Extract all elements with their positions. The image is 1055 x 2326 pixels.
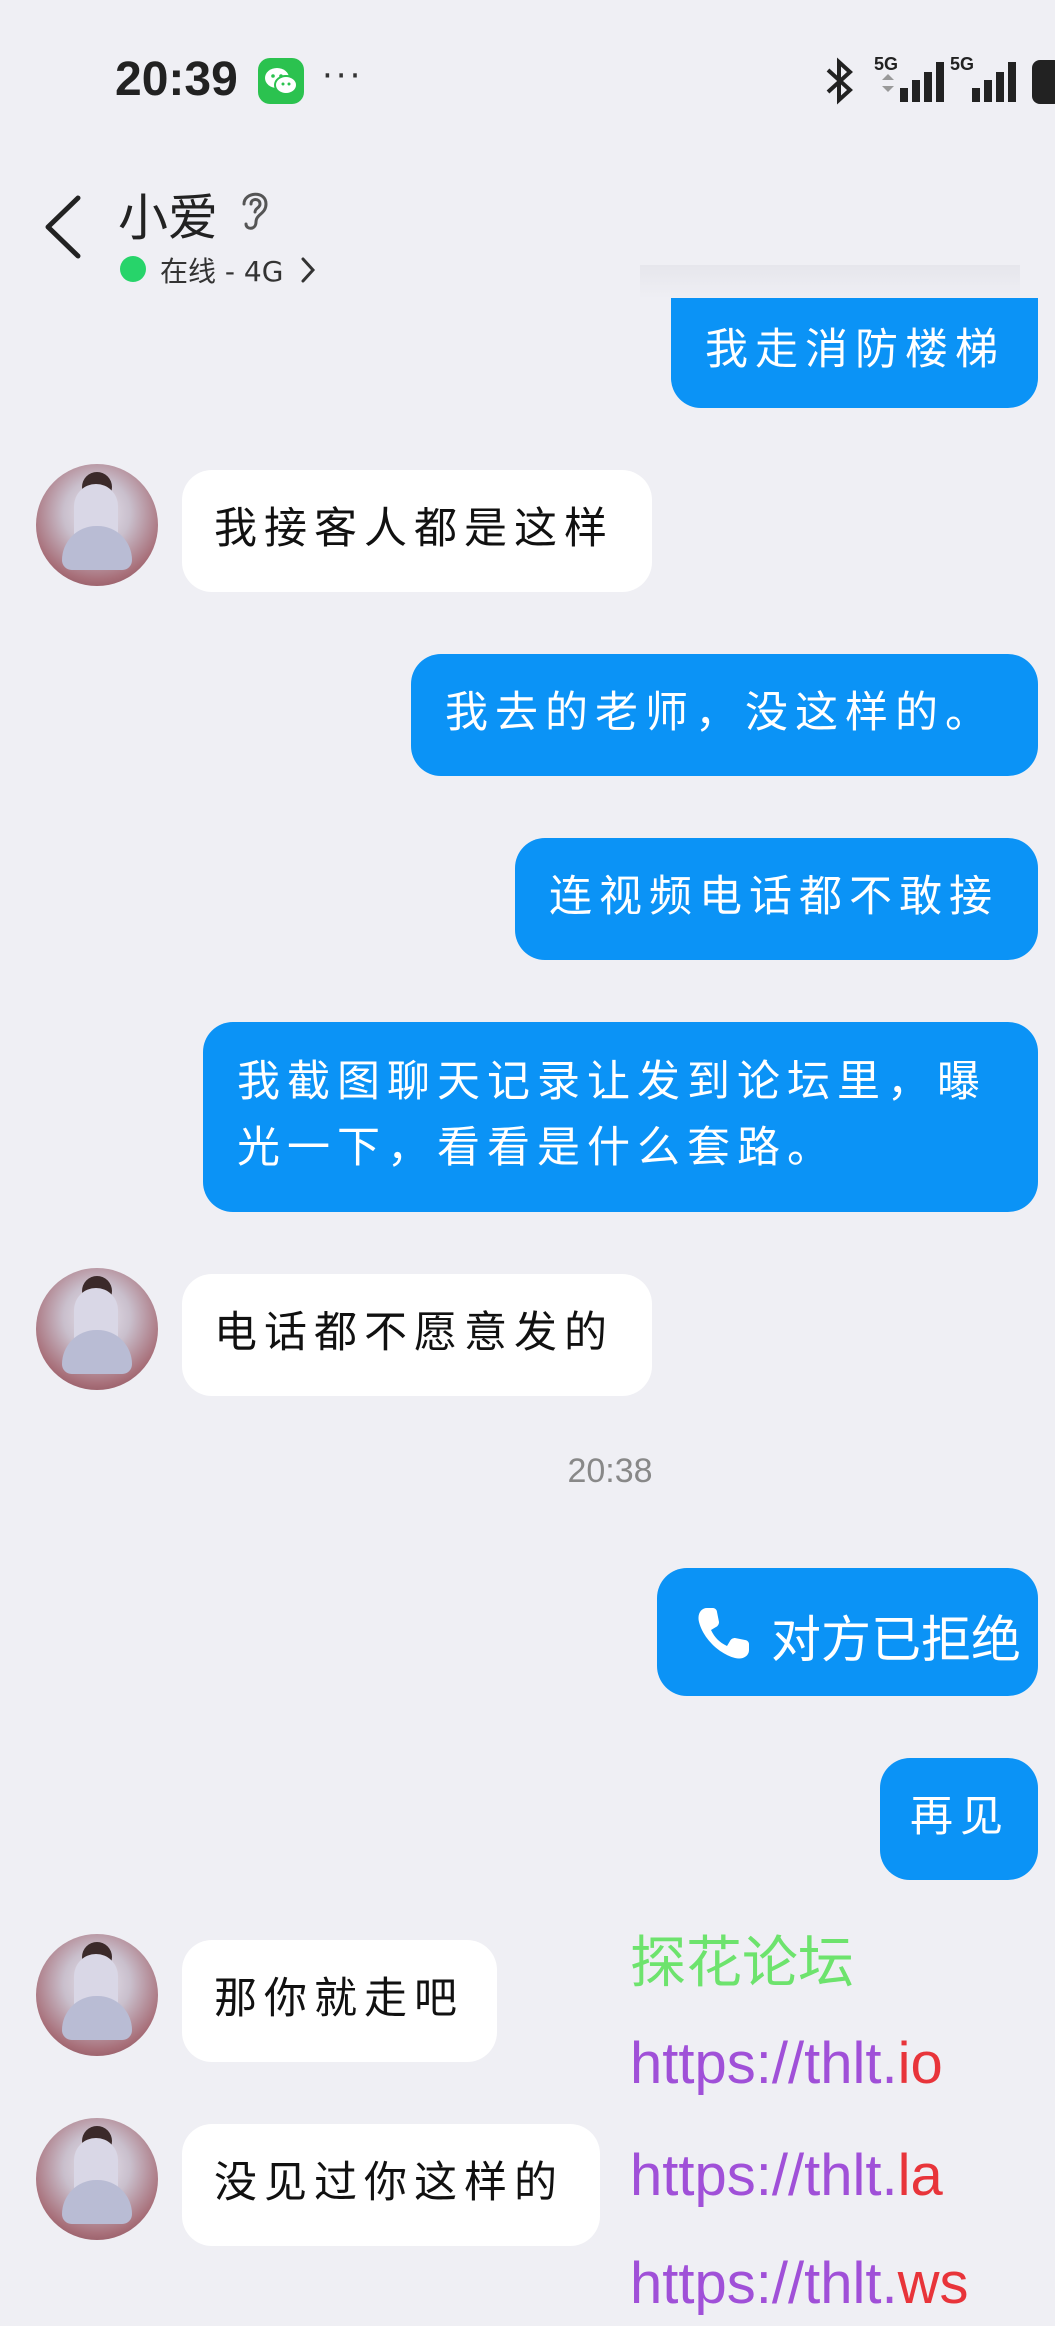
contact-name[interactable]: 小爱: [118, 178, 218, 250]
contact-avatar[interactable]: [36, 464, 158, 586]
message-bubble-outgoing[interactable]: 我走消防楼梯: [671, 298, 1038, 408]
back-arrow-icon[interactable]: [40, 192, 88, 262]
message-text: 我接客人都是这样: [214, 504, 614, 554]
message-bubble-outgoing[interactable]: 我截图聊天记录让发到论坛里，曝 光一下，看看是什么套路。: [203, 1022, 1038, 1212]
watermark-url: https://thlt.la: [630, 2143, 943, 2208]
battery-icon: [1032, 60, 1055, 104]
message-bubble-incoming[interactable]: 那你就走吧: [182, 1940, 497, 2062]
message-bubble-incoming[interactable]: 没见过你这样的: [182, 2124, 600, 2246]
contact-avatar[interactable]: [36, 1934, 158, 2056]
message-text: 没见过你这样的: [214, 2158, 564, 2208]
message-text: 连视频电话都不敢接: [549, 872, 999, 922]
message-bubble-outgoing[interactable]: 连视频电话都不敢接: [515, 838, 1038, 960]
contact-status[interactable]: 在线 - 4G: [160, 250, 283, 290]
contact-avatar[interactable]: [36, 2118, 158, 2240]
message-bubble-incoming[interactable]: 电话都不愿意发的: [182, 1274, 652, 1396]
message-text: 我截图聊天记录让发到论坛里，曝: [237, 1057, 987, 1107]
message-text: 电话都不愿意发的: [214, 1308, 614, 1358]
call-record-bubble[interactable]: 对方已拒绝: [657, 1568, 1038, 1696]
online-status-dot: [120, 256, 146, 282]
chevron-right-icon[interactable]: [298, 254, 318, 286]
signal-icon-sim2: 5G: [950, 54, 1016, 102]
message-text: 光一下，看看是什么套路。: [237, 1123, 837, 1173]
network-label-2: 5G: [950, 54, 974, 74]
message-bubble-outgoing[interactable]: 再见: [880, 1758, 1038, 1880]
header-divider: [640, 265, 1020, 299]
contact-avatar[interactable]: [36, 1268, 158, 1390]
phone-icon: [698, 1608, 749, 1659]
message-text: 我去的老师，没这样的。: [445, 688, 995, 738]
message-timestamp: 20:38: [567, 1452, 653, 1490]
wechat-notification-icon: [258, 58, 304, 104]
watermark-title: 探花论坛: [630, 1931, 854, 1994]
message-bubble-outgoing[interactable]: 我去的老师，没这样的。: [411, 654, 1038, 776]
signal-icon-sim1: 5G: [874, 54, 944, 102]
watermark-url: https://thlt.io: [630, 2031, 943, 2096]
status-bar: 20:39 ··· 5G 5G: [0, 0, 1055, 160]
message-text: 那你就走吧: [214, 1974, 464, 2024]
ear-icon[interactable]: [236, 186, 272, 234]
message-text: 再见: [910, 1792, 1010, 1842]
watermark-url: https://thlt.ws: [630, 2251, 969, 2316]
status-time: 20:39: [115, 53, 238, 106]
call-status-label: 对方已拒绝: [771, 1611, 1021, 1669]
more-notifications-icon: ···: [322, 56, 364, 96]
message-bubble-incoming[interactable]: 我接客人都是这样: [182, 470, 652, 592]
bluetooth-icon: [826, 57, 853, 105]
network-label-1: 5G: [874, 54, 898, 74]
message-text: 我走消防楼梯: [705, 325, 1005, 375]
